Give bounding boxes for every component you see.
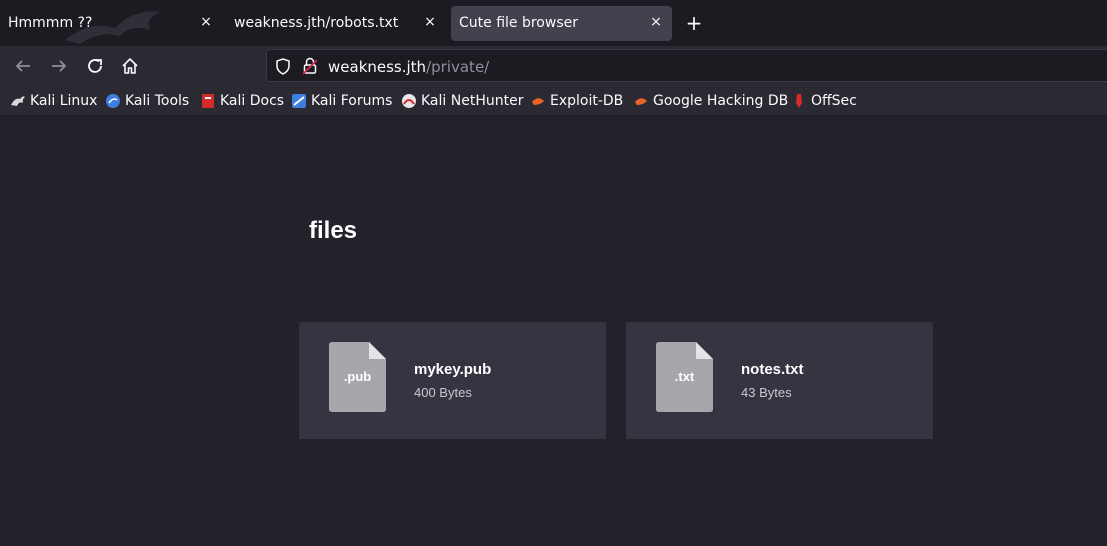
arrow-left-icon	[15, 60, 30, 72]
kali-dragon-icon	[11, 96, 25, 106]
bookmark-google-hacking-db[interactable]: Google Hacking DB	[633, 92, 788, 110]
file-extension: .txt	[674, 369, 695, 384]
tab-title: weakness.jth/robots.txt	[234, 15, 399, 31]
new-tab-button[interactable]: +	[684, 13, 704, 33]
url-path: /private/	[426, 58, 490, 76]
bookmark-label: Kali Tools	[125, 93, 190, 109]
tab-strip: Hmmmm ?? × weakness.jth/robots.txt × Cut…	[0, 0, 1107, 46]
url-text[interactable]: weakness.jth/private/	[328, 58, 489, 76]
file-card-mykey[interactable]: .pub mykey.pub 400 Bytes	[299, 322, 606, 439]
tab-robots[interactable]: weakness.jth/robots.txt ×	[226, 6, 446, 41]
bookmark-kali-docs[interactable]: Kali Docs	[200, 92, 284, 110]
bookmark-kali-linux[interactable]: Kali Linux	[10, 92, 97, 110]
back-button[interactable]	[12, 55, 34, 77]
bookmark-label: Kali NetHunter	[421, 93, 524, 109]
home-button[interactable]	[119, 55, 141, 77]
arrow-right-icon	[52, 60, 67, 72]
file-size: 400 Bytes	[414, 385, 472, 400]
offsec-icon	[796, 94, 802, 108]
bookmark-label: Google Hacking DB	[653, 93, 789, 109]
bookmark-label: Kali Forums	[311, 93, 393, 109]
tab-cute-file-browser[interactable]: Cute file browser ×	[451, 6, 672, 41]
reload-button[interactable]	[84, 55, 106, 77]
file-card-notes[interactable]: .txt notes.txt 43 Bytes	[626, 322, 933, 439]
tab-title: Hmmmm ??	[8, 15, 93, 31]
bookmark-offsec[interactable]: OffSec	[791, 92, 857, 110]
tab-hmmmm[interactable]: Hmmmm ?? ×	[0, 6, 222, 41]
ghdb-icon	[635, 98, 647, 105]
bookmark-label: Exploit-DB	[550, 93, 624, 109]
shield-icon[interactable]	[275, 58, 291, 75]
forward-button[interactable]	[48, 55, 70, 77]
kali-forums-icon	[292, 94, 306, 108]
bookmark-kali-forums[interactable]: Kali Forums	[291, 92, 392, 110]
file-extension: .pub	[343, 369, 372, 384]
bookmarks-toolbar: Kali Linux Kali Tools Kali Docs Kali For…	[0, 86, 1107, 116]
kali-tools-icon	[106, 94, 120, 108]
close-tab-icon[interactable]: ×	[648, 14, 664, 30]
tab-title: Cute file browser	[459, 15, 578, 31]
page-title: files	[309, 217, 358, 244]
url-bar[interactable]: weakness.jth/private/	[266, 49, 1107, 82]
exploit-db-icon	[532, 98, 544, 105]
navigation-bar: weakness.jth/private/	[0, 46, 1107, 86]
insecure-lock-icon[interactable]	[303, 57, 317, 75]
close-tab-icon[interactable]: ×	[198, 14, 214, 30]
bookmark-label: OffSec	[811, 93, 857, 109]
bookmark-kali-tools[interactable]: Kali Tools	[105, 92, 189, 110]
bookmark-label: Kali Linux	[30, 93, 98, 109]
home-icon	[122, 58, 138, 74]
file-size: 43 Bytes	[741, 385, 792, 400]
reload-icon	[88, 59, 102, 73]
url-host: weakness.jth	[328, 58, 427, 76]
page-content: files .pub mykey.pub 400 Bytes .txt note…	[0, 117, 1107, 546]
kali-docs-icon	[202, 94, 214, 108]
kali-nethunter-icon	[402, 94, 416, 108]
bookmark-exploit-db[interactable]: Exploit-DB	[530, 92, 623, 110]
bookmark-label: Kali Docs	[220, 93, 285, 109]
close-tab-icon[interactable]: ×	[422, 14, 438, 30]
bookmark-kali-nethunter[interactable]: Kali NetHunter	[401, 92, 523, 110]
file-name[interactable]: notes.txt	[741, 361, 804, 378]
file-name[interactable]: mykey.pub	[414, 361, 491, 378]
